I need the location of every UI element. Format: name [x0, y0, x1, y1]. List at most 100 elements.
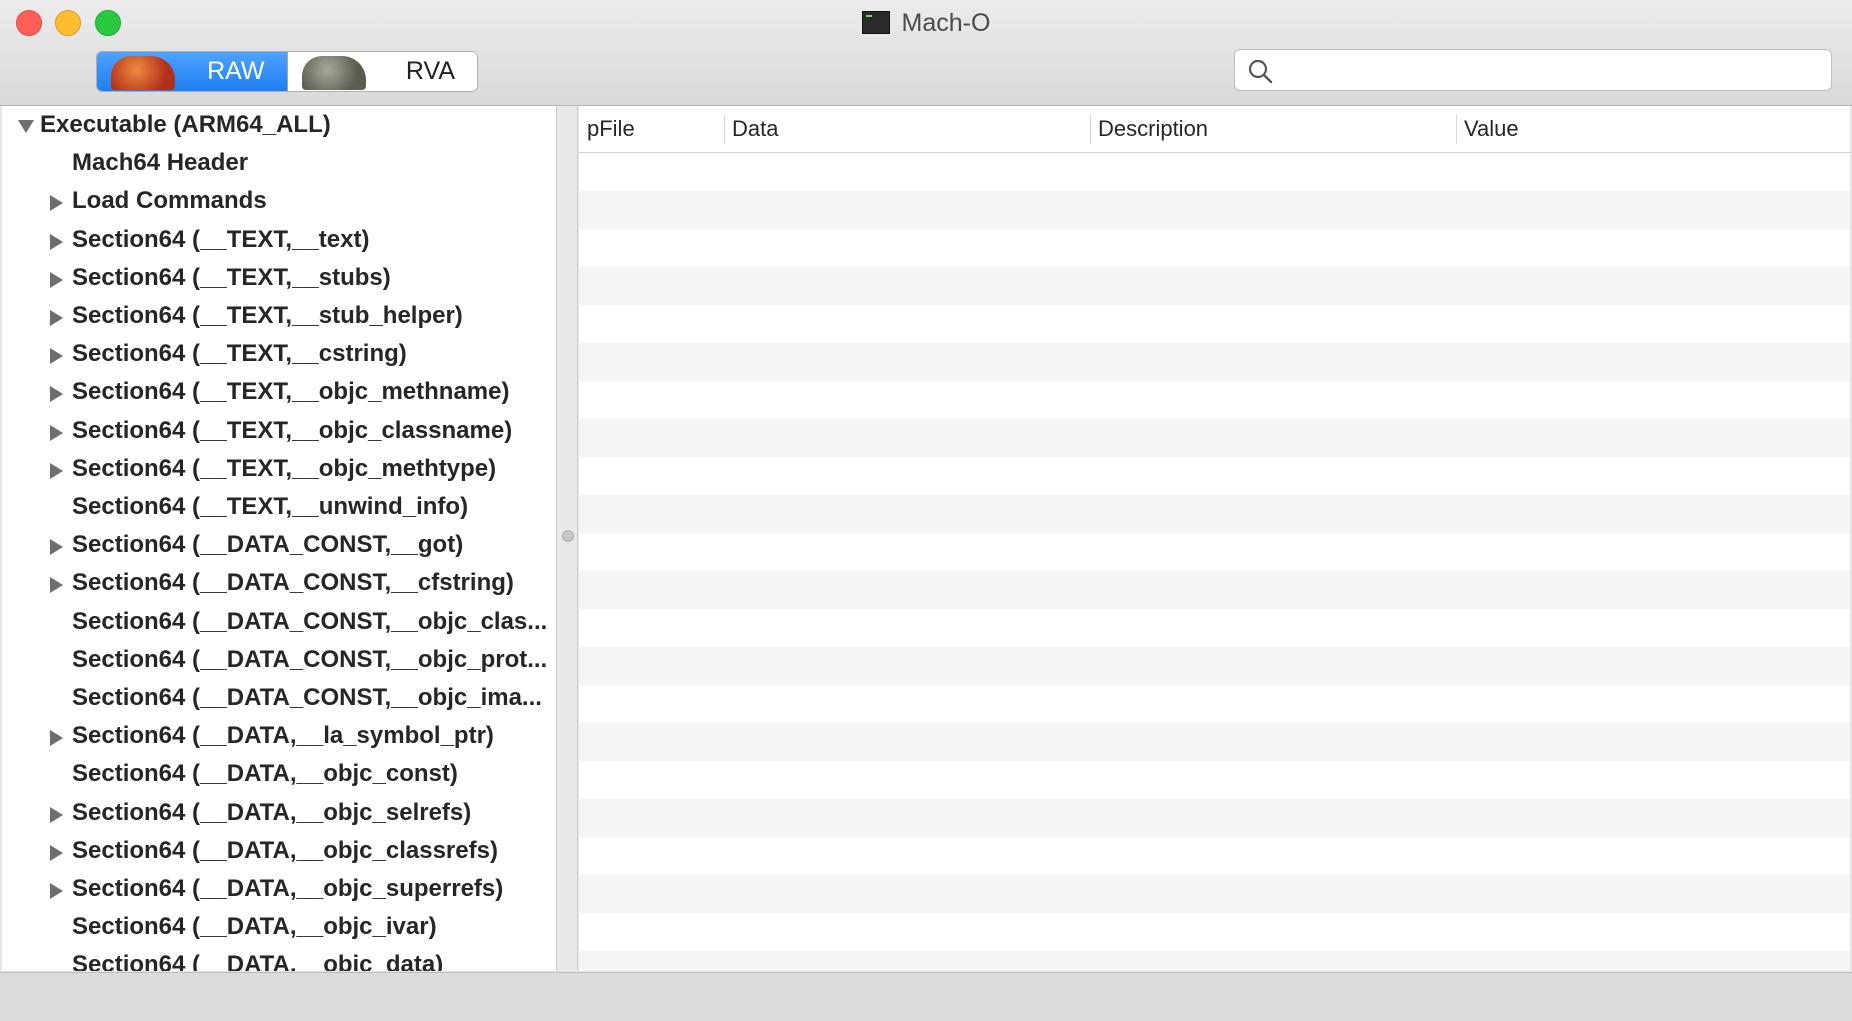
tree-item[interactable]: Section64 (__TEXT,__stub_helper) [2, 297, 556, 335]
tree-item-label: Section64 (__DATA,__objc_classrefs) [72, 836, 498, 864]
tree-item[interactable]: Section64 (__DATA,__objc_selrefs) [2, 794, 556, 832]
tree-item-label: Section64 (__DATA_CONST,__objc_prot... [72, 645, 548, 673]
table-row[interactable] [579, 191, 1850, 229]
table-row[interactable] [579, 495, 1850, 533]
search-icon [1248, 59, 1273, 84]
tree-item[interactable]: Section64 (__DATA_CONST,__objc_clas... [2, 603, 556, 641]
address-mode-segmented-control[interactable]: RAW RVA [96, 51, 478, 92]
column-header-value[interactable]: Value [1456, 106, 1519, 152]
table-row[interactable] [579, 457, 1850, 495]
table-row[interactable] [579, 305, 1850, 343]
table-row[interactable] [579, 381, 1850, 419]
divider-handle[interactable] [562, 530, 574, 542]
disclosure-collapsed-icon[interactable] [50, 462, 63, 479]
column-separator[interactable] [1090, 114, 1091, 144]
tree-item-label: Section64 (__DATA_CONST,__got) [72, 531, 464, 559]
tree-item[interactable]: Section64 (__DATA,__objc_data) [2, 946, 556, 971]
executable-file-icon [861, 11, 890, 34]
table-row[interactable] [579, 647, 1850, 685]
table-row[interactable] [579, 571, 1850, 609]
search-field[interactable] [1234, 49, 1832, 91]
disclosure-collapsed-icon[interactable] [50, 233, 63, 250]
table-row[interactable] [579, 229, 1850, 267]
tree-item[interactable]: Section64 (__TEXT,__cstring) [2, 335, 556, 373]
split-view-divider[interactable] [557, 106, 578, 971]
tree-item[interactable]: Mach64 Header [2, 144, 556, 182]
disclosure-collapsed-icon[interactable] [50, 386, 63, 403]
table-row[interactable] [579, 875, 1850, 913]
tree-item[interactable]: Section64 (__TEXT,__objc_classname) [2, 412, 556, 450]
table-row[interactable] [579, 761, 1850, 799]
tree-item-label: Section64 (__TEXT,__objc_methtype) [72, 454, 497, 482]
tree-item-label: Section64 (__TEXT,__unwind_info) [72, 493, 469, 520]
disclosure-collapsed-icon[interactable] [50, 195, 63, 212]
window-title-text: Mach-O [901, 9, 991, 37]
column-header-pfile[interactable]: pFile [579, 106, 635, 152]
table-row[interactable] [579, 685, 1850, 723]
tree-item[interactable]: Section64 (__DATA,__la_symbol_ptr) [2, 717, 556, 755]
status-bar [0, 972, 1852, 1021]
tree-item-label: Section64 (__DATA_CONST,__cfstring) [72, 569, 514, 597]
tree-item[interactable]: Section64 (__DATA_CONST,__objc_ima... [2, 679, 556, 717]
disclosure-collapsed-icon[interactable] [50, 730, 63, 747]
tree-item-label: Section64 (__TEXT,__objc_classname) [72, 416, 513, 444]
table-row[interactable] [579, 153, 1850, 191]
table-row[interactable] [579, 913, 1850, 951]
table-row[interactable] [579, 267, 1850, 305]
column-separator[interactable] [1456, 114, 1457, 144]
tree-item[interactable]: Load Commands [2, 182, 556, 220]
tree-item-label: Section64 (__TEXT,__objc_methname) [72, 378, 510, 406]
structure-tree[interactable]: Executable (ARM64_ALL) Mach64 Header Load … [2, 106, 557, 971]
disclosure-collapsed-icon[interactable] [50, 806, 63, 823]
table-body[interactable] [579, 153, 1850, 971]
disclosure-collapsed-icon[interactable] [50, 577, 63, 594]
tree-item[interactable]: Section64 (__DATA_CONST,__cfstring) [2, 564, 556, 602]
detail-table[interactable]: pFile Data Description Value [579, 106, 1850, 971]
tree-item[interactable]: Section64 (__DATA,__objc_ivar) [2, 908, 556, 946]
disclosure-collapsed-icon[interactable] [50, 310, 63, 326]
disclosure-collapsed-icon[interactable] [50, 539, 63, 556]
table-row[interactable] [579, 533, 1850, 571]
disclosure-collapsed-icon[interactable] [50, 348, 63, 365]
raw-mode-icon [111, 56, 175, 90]
tree-item[interactable]: Section64 (__TEXT,__text) [2, 221, 556, 259]
table-header: pFile Data Description Value [579, 106, 1850, 153]
window-title: Mach-O [0, 8, 1852, 38]
disclosure-expanded-icon[interactable] [18, 120, 34, 133]
tree-item[interactable]: Section64 (__DATA,__objc_const) [2, 755, 556, 793]
tree-item-label: Section64 (__DATA,__objc_data) [72, 951, 444, 971]
rva-mode-segment[interactable]: RVA [287, 52, 477, 91]
table-row[interactable] [579, 343, 1850, 381]
disclosure-collapsed-icon[interactable] [50, 424, 63, 441]
table-row[interactable] [579, 799, 1850, 837]
tree-item-label: Load Commands [72, 187, 267, 215]
tree-item[interactable]: Section64 (__TEXT,__unwind_info) [2, 488, 556, 526]
table-row[interactable] [579, 837, 1850, 875]
table-row[interactable] [579, 951, 1850, 971]
rva-mode-label: RVA [405, 57, 455, 85]
tree-item-label: Section64 (__TEXT,__text) [72, 225, 370, 253]
table-row[interactable] [579, 419, 1850, 457]
table-row[interactable] [579, 723, 1850, 761]
tree-item[interactable]: Section64 (__DATA,__objc_classrefs) [2, 832, 556, 870]
tree-item[interactable]: Section64 (__DATA_CONST,__objc_prot... [2, 641, 556, 679]
column-header-description[interactable]: Description [1090, 106, 1208, 152]
search-input[interactable] [1285, 54, 1819, 88]
disclosure-collapsed-icon[interactable] [50, 883, 63, 899]
tree-item-label: Section64 (__DATA,__objc_selrefs) [72, 798, 472, 826]
tree-item[interactable]: Section64 (__DATA,__objc_superrefs) [2, 870, 556, 908]
column-header-data[interactable]: Data [724, 106, 778, 152]
raw-mode-segment[interactable]: RAW [97, 52, 288, 91]
column-separator[interactable] [724, 114, 725, 144]
tree-item[interactable]: Section64 (__DATA_CONST,__got) [2, 526, 556, 564]
tree-item[interactable]: Section64 (__TEXT,__objc_methtype) [2, 450, 556, 488]
table-row[interactable] [579, 609, 1850, 647]
tree-item[interactable]: Section64 (__TEXT,__objc_methname) [2, 373, 556, 411]
tree-item[interactable]: Section64 (__TEXT,__stubs) [2, 259, 556, 297]
tree-root-item[interactable]: Executable (ARM64_ALL) [2, 106, 556, 144]
raw-mode-label: RAW [207, 57, 265, 85]
tree-item-label: Section64 (__TEXT,__cstring) [72, 340, 407, 368]
disclosure-collapsed-icon[interactable] [50, 844, 63, 861]
tree-item-label: Section64 (__TEXT,__stub_helper) [72, 302, 463, 329]
disclosure-collapsed-icon[interactable] [50, 271, 63, 288]
